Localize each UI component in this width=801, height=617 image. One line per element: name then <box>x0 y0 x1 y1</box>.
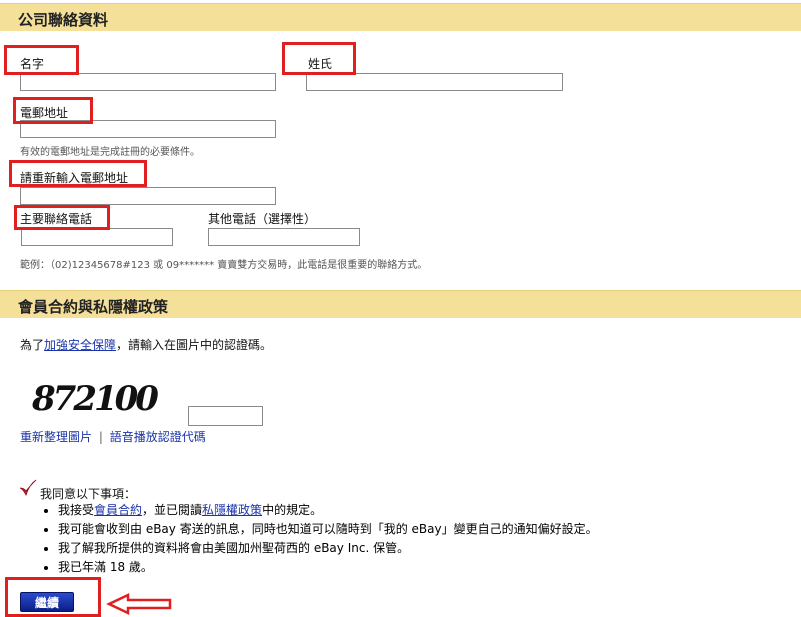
highlight-first-name <box>4 45 79 75</box>
captcha-prefix: 為了 <box>20 338 45 352</box>
terms-item-age: 我已年滿 18 歲。 <box>58 558 598 577</box>
terms-middle: ，並已閱讀 <box>142 503 203 517</box>
checkmark-icon <box>19 479 37 497</box>
link-separator: | <box>98 430 103 444</box>
terms-suffix: 中的規定。 <box>262 503 323 517</box>
user-agreement-link[interactable]: 會員合約 <box>94 503 142 517</box>
policy-section-title: 會員合約與私隱權政策 <box>18 298 169 316</box>
primary-phone-input[interactable] <box>21 228 173 246</box>
captcha-instructions: 為了加強安全保障，請輸入在圖片中的認證碼。 <box>20 336 272 353</box>
email-confirm-input[interactable] <box>20 187 276 205</box>
first-name-input[interactable] <box>20 73 276 91</box>
policy-section-header: 會員合約與私隱權政策 <box>0 290 801 318</box>
contact-section-title: 公司聯絡資料 <box>18 11 109 29</box>
security-link[interactable]: 加強安全保障 <box>44 338 116 352</box>
terms-item-data: 我了解我所提供的資料將會由美國加州聖荷西的 eBay Inc. 保管。 <box>58 539 598 558</box>
highlight-primary-phone <box>14 205 110 230</box>
highlight-email <box>13 97 93 124</box>
captcha-image-text: 872100 <box>31 379 159 416</box>
captcha-links: 重新整理圖片 | 語音播放認證代碼 <box>20 428 206 445</box>
contact-section-header: 公司聯絡資料 <box>0 3 801 31</box>
last-name-input[interactable] <box>306 73 563 91</box>
captcha-image: 872100 <box>31 379 162 416</box>
other-phone-label: 其他電話（選擇性） <box>208 212 317 226</box>
refresh-image-link[interactable]: 重新整理圖片 <box>20 430 92 444</box>
phone-hint: 範例：（02)12345678#123 或 09******* 賣賣雙方交易時，… <box>20 260 428 271</box>
privacy-policy-link[interactable]: 私隱權政策 <box>202 503 262 517</box>
terms-prefix: 我接受 <box>58 503 95 517</box>
other-phone-input[interactable] <box>208 228 360 246</box>
captcha-input[interactable] <box>188 406 263 426</box>
email-hint: 有效的電郵地址是完成註冊的必要條件。 <box>20 147 200 158</box>
highlight-email-confirm <box>9 160 147 187</box>
terms-list: 我接受會員合約，並已閱讀私隱權政策中的規定。 我可能會收到由 eBay 寄送的訊… <box>44 501 598 577</box>
highlight-continue <box>5 577 101 617</box>
terms-item-agreement: 我接受會員合約，並已閱讀私隱權政策中的規定。 <box>58 501 598 520</box>
terms-item-messages: 我可能會收到由 eBay 寄送的訊息，同時也知道可以隨時到「我的 eBay」變更… <box>58 520 598 539</box>
agree-heading: 我同意以下事項： <box>40 487 137 501</box>
left-arrow-icon <box>106 593 172 615</box>
audio-captcha-link[interactable]: 語音播放認證代碼 <box>110 430 206 444</box>
highlight-last-name <box>282 42 356 75</box>
captcha-suffix: ，請輸入在圖片中的認證碼。 <box>116 338 273 352</box>
